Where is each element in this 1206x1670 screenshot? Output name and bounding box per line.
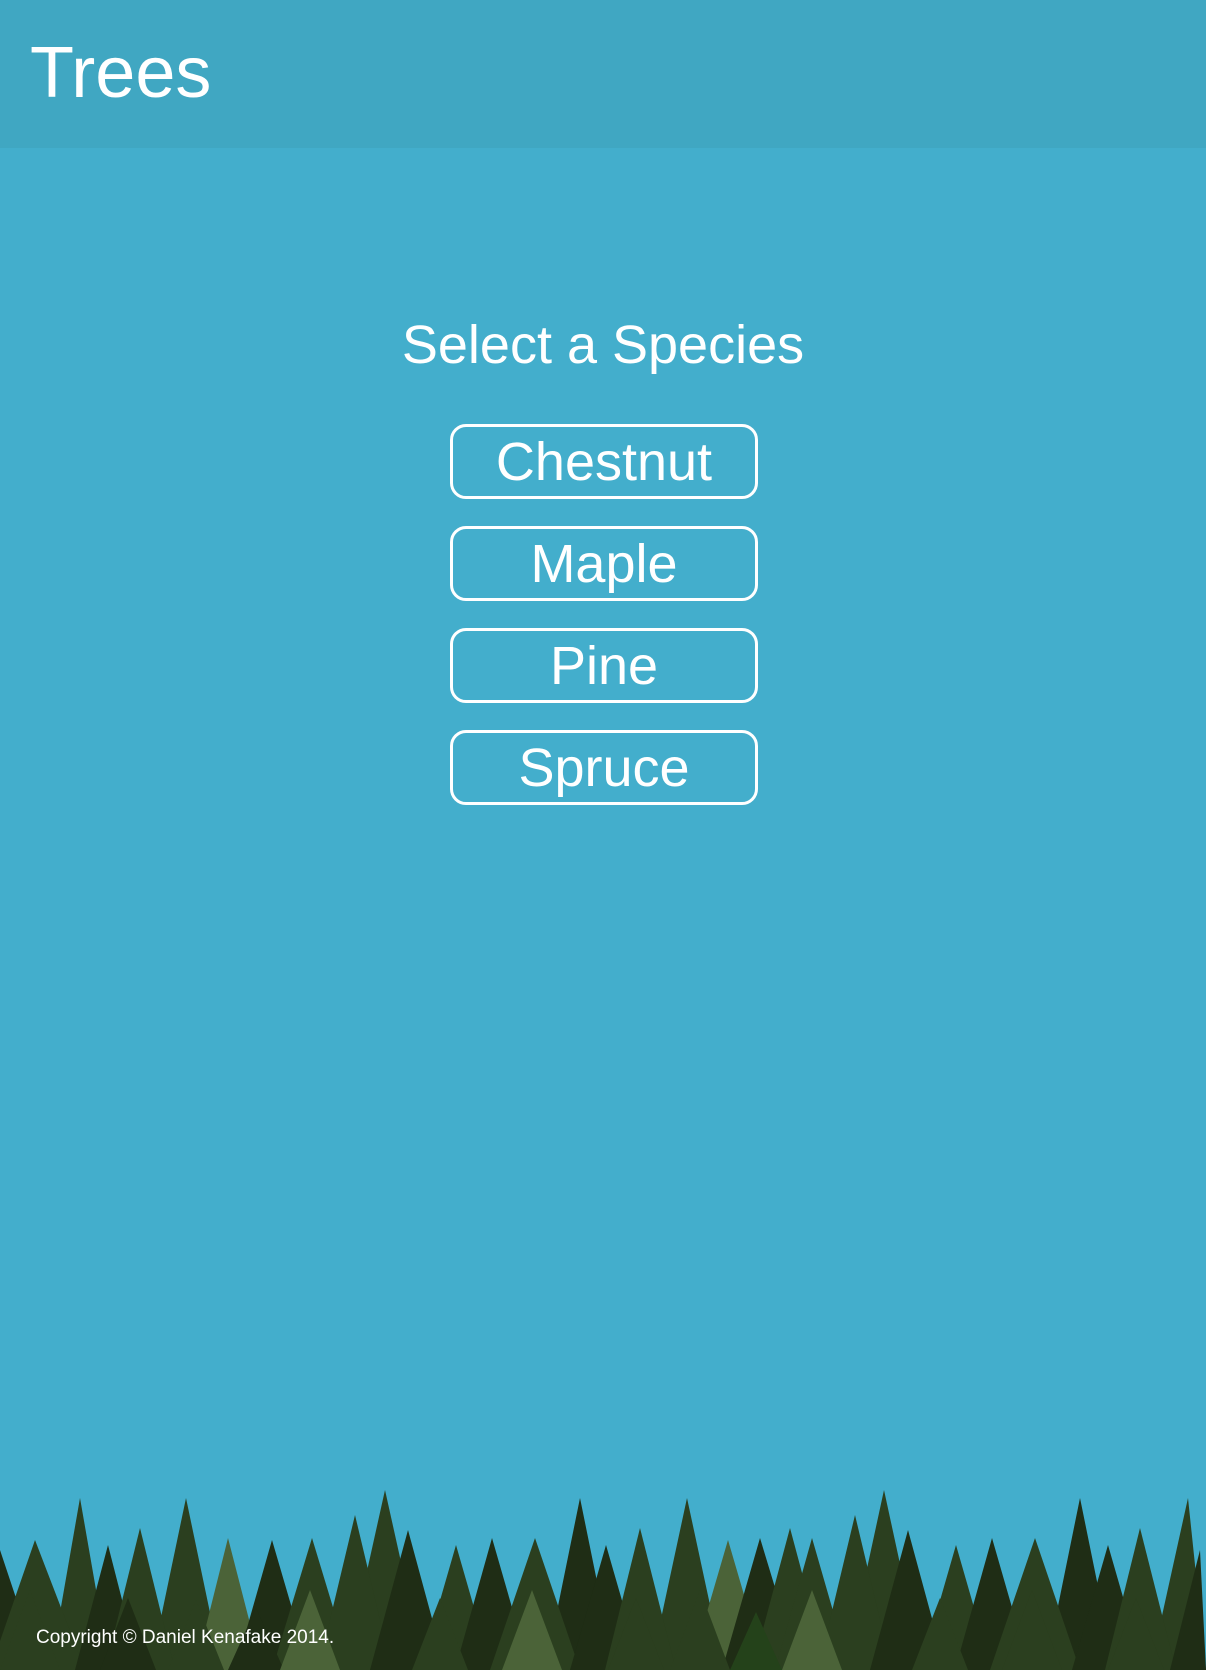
species-button-maple[interactable]: Maple	[450, 526, 758, 601]
select-species-heading: Select a Species	[401, 315, 805, 375]
species-button-pine[interactable]: Pine	[450, 628, 758, 703]
page: Trees Select a Species Chestnut Maple Pi…	[0, 0, 1206, 1670]
species-button-chestnut[interactable]: Chestnut	[450, 424, 758, 499]
site-title[interactable]: Trees	[30, 30, 211, 116]
header: Trees	[0, 0, 1206, 148]
species-button-spruce[interactable]: Spruce	[450, 730, 758, 805]
copyright-text: Copyright © Daniel Kenafake 2014.	[36, 1627, 335, 1648]
species-list: Chestnut Maple Pine Spruce	[450, 424, 758, 832]
